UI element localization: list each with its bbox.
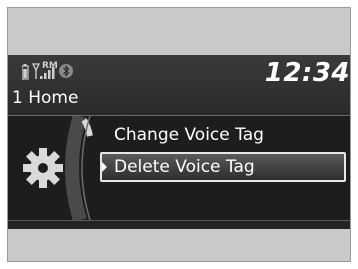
gear-icon — [21, 146, 65, 190]
status-bar: RM 12:34 1 Home — [8, 55, 350, 115]
selection-pointer-icon — [102, 162, 107, 172]
infotainment-screen: RM 12:34 1 Home Change Voice Tag Delete … — [8, 55, 350, 229]
bluetooth-icon — [59, 64, 73, 78]
display-bezel: RM 12:34 1 Home Change Voice Tag Delete … — [7, 7, 351, 262]
roaming-indicator: RM — [42, 61, 58, 71]
menu-item-delete-voice-tag[interactable]: Delete Voice Tag — [100, 152, 346, 182]
clock: 12:34 — [264, 58, 350, 88]
status-icons: RM — [21, 60, 104, 82]
bottom-divider — [8, 220, 350, 221]
phonebook-entry-name: 1 Home — [12, 88, 79, 108]
menu-item-change-voice-tag[interactable]: Change Voice Tag — [104, 120, 350, 150]
menu-item-label: Delete Voice Tag — [114, 157, 255, 177]
menu-area: Change Voice Tag Delete Voice Tag — [8, 113, 350, 223]
phone-battery-icon — [21, 64, 29, 80]
